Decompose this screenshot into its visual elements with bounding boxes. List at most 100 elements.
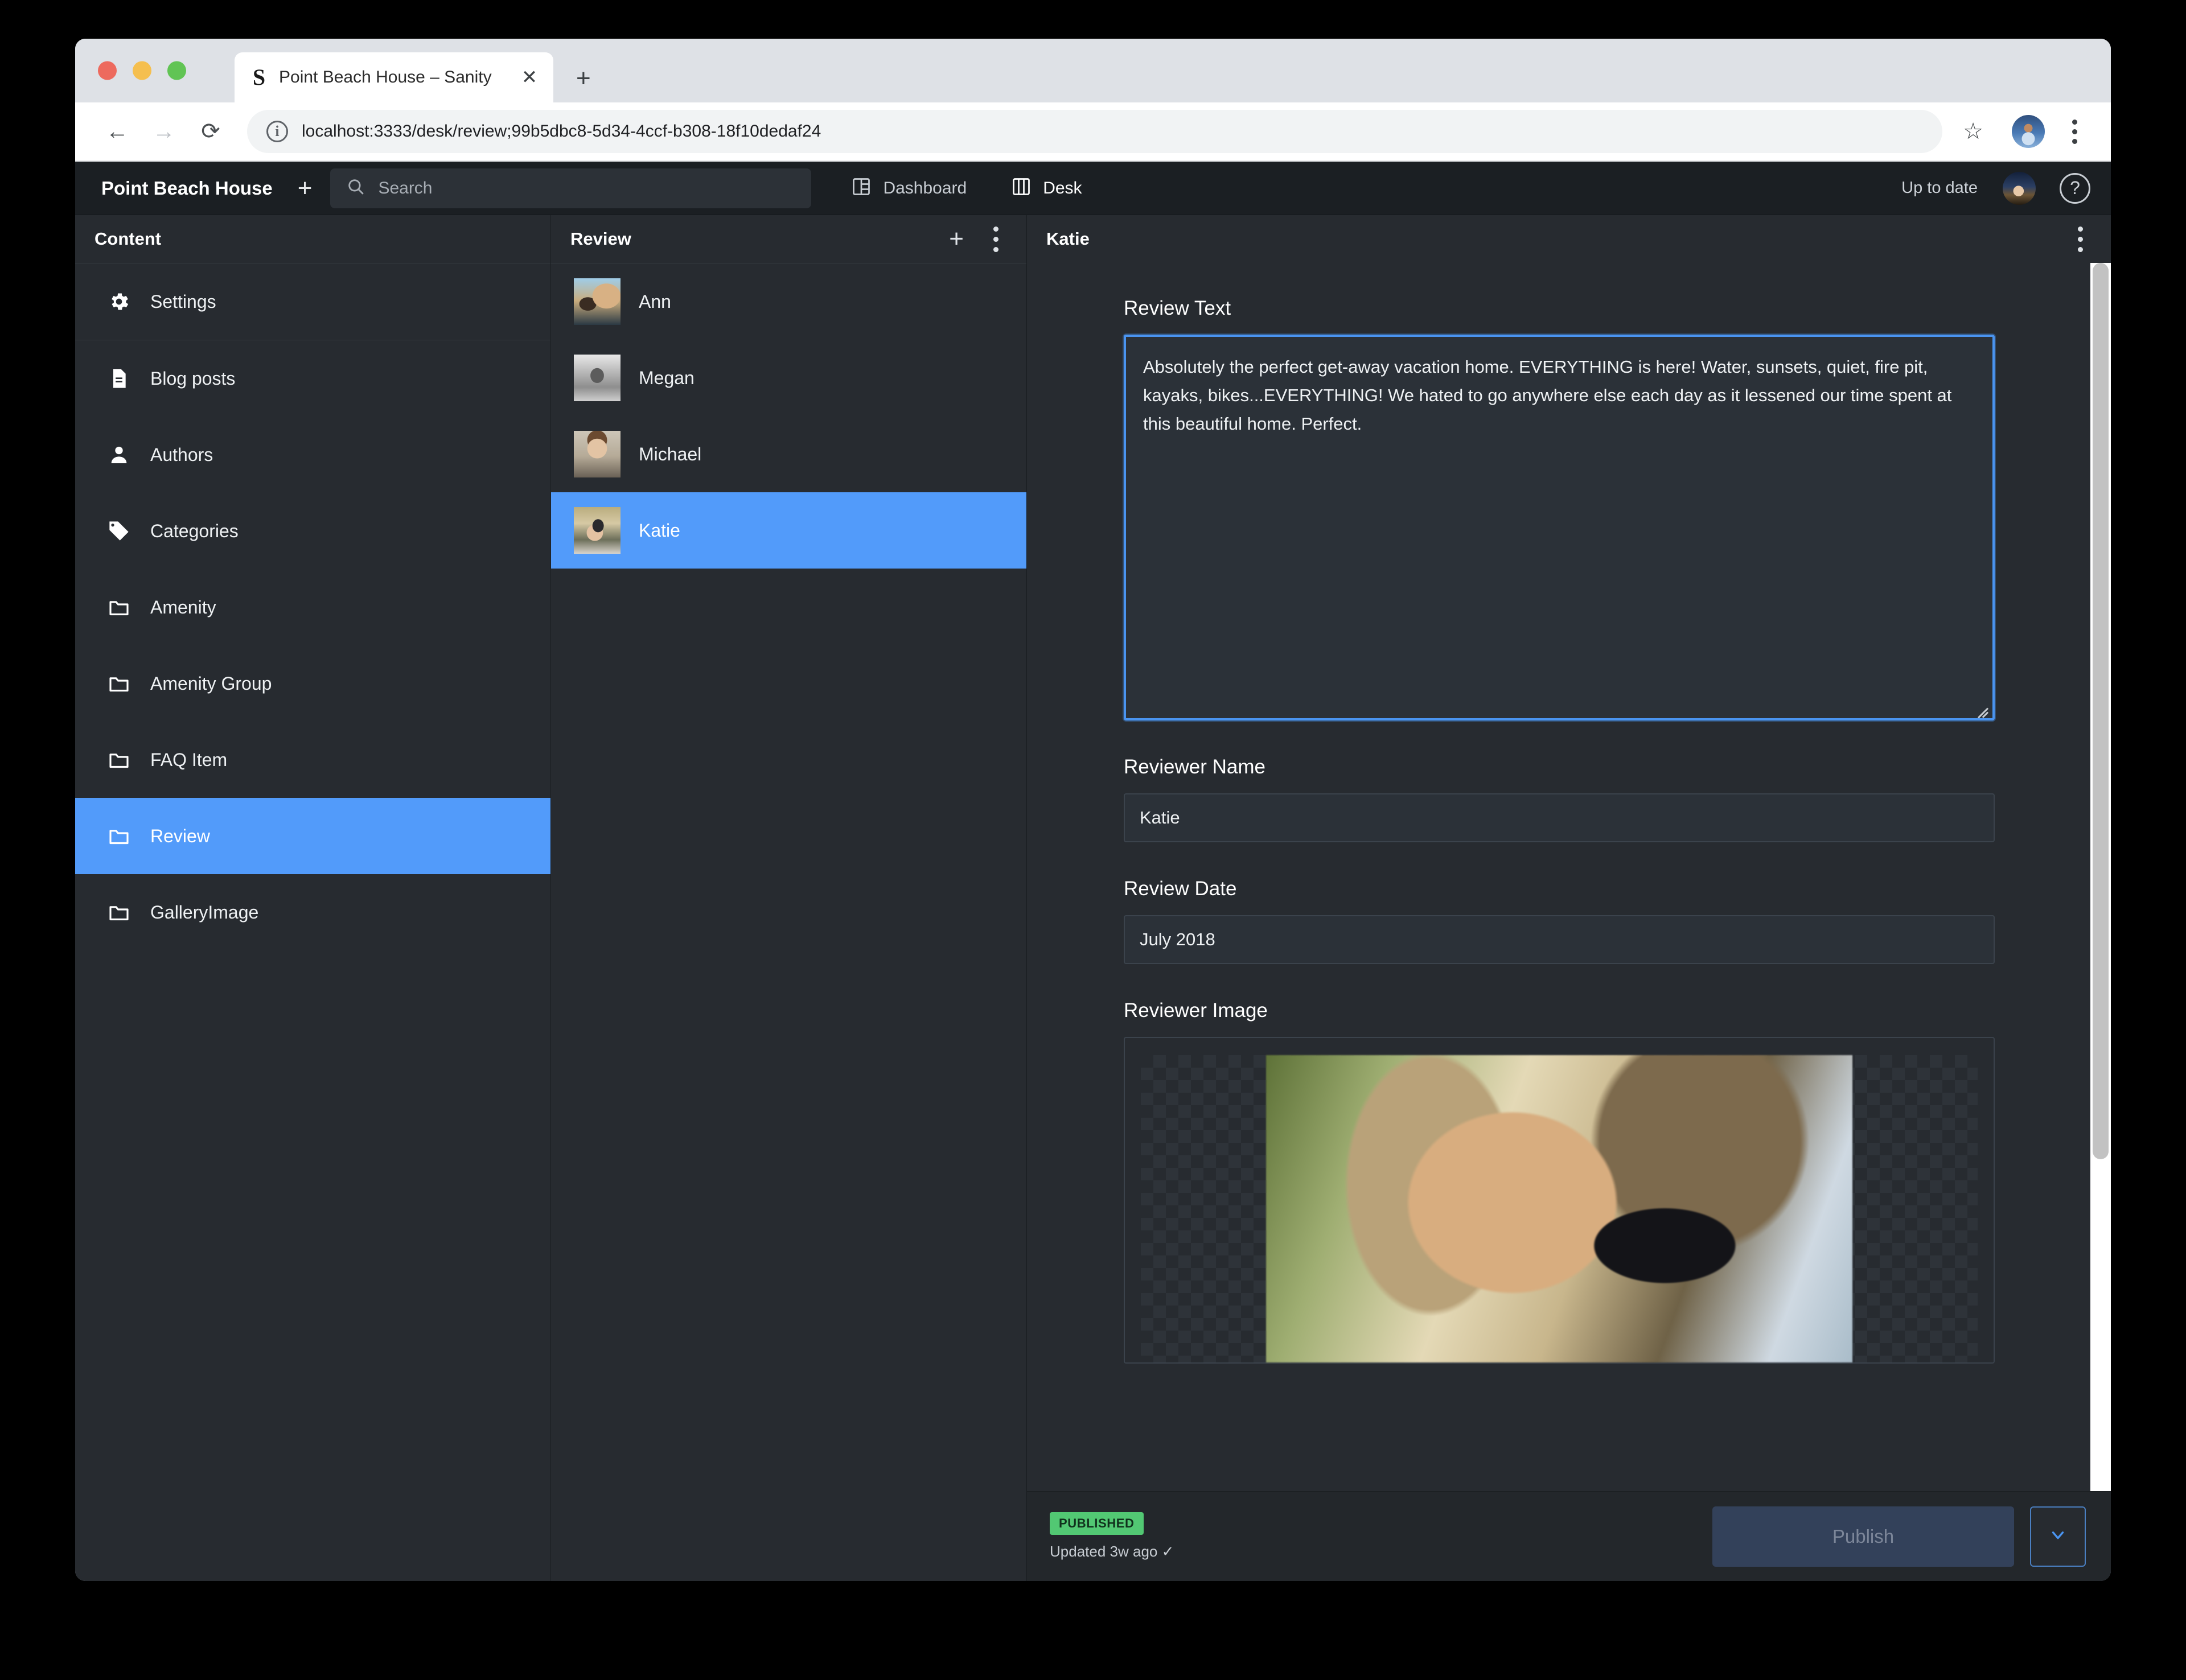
sidebar-item-faq-item[interactable]: FAQ Item bbox=[75, 722, 550, 798]
minimize-window-button[interactable] bbox=[133, 61, 151, 80]
field-review-text: Review Text Absolutely the perfect get-a… bbox=[1124, 297, 1995, 720]
sidebar-item-review[interactable]: Review bbox=[75, 798, 550, 874]
sidebar-item-amenity[interactable]: Amenity bbox=[75, 569, 550, 645]
search-input[interactable]: Search bbox=[330, 168, 812, 208]
sidebar-item-label: Authors bbox=[150, 444, 213, 465]
maximize-window-button[interactable] bbox=[167, 61, 186, 80]
document-menu-icon[interactable] bbox=[2069, 224, 2092, 254]
field-review-date: Review Date July 2018 bbox=[1124, 878, 1995, 964]
document-thumbnail bbox=[574, 278, 621, 325]
content-pane-header: Content bbox=[75, 215, 550, 263]
transparency-checkerboard bbox=[1141, 1055, 1978, 1362]
publish-button[interactable]: Publish bbox=[1712, 1506, 2014, 1567]
review-list-pane: Review + Ann Megan Michael Katie bbox=[551, 215, 1027, 1581]
sidebar-item-label: Amenity bbox=[150, 596, 216, 617]
forward-icon[interactable]: → bbox=[143, 111, 184, 152]
nav-dashboard-label: Dashboard bbox=[883, 178, 967, 197]
list-item-label: Megan bbox=[639, 367, 695, 388]
sidebar-item-label: Review bbox=[150, 825, 210, 846]
scrollbar-thumb[interactable] bbox=[2093, 263, 2109, 1160]
sync-status-label: Up to date bbox=[1901, 179, 1978, 197]
field-label: Reviewer Name bbox=[1124, 756, 1265, 778]
reviewer-name-value: Katie bbox=[1140, 808, 1180, 827]
updated-timestamp: Updated 3w ago ✓ bbox=[1050, 1543, 1174, 1560]
new-tab-button[interactable]: + bbox=[576, 66, 591, 91]
sanity-favicon-icon: S bbox=[252, 64, 266, 90]
document-scrollbar[interactable] bbox=[2090, 263, 2111, 1491]
document-body: Review Text Absolutely the perfect get-a… bbox=[1027, 263, 2111, 1491]
content-pane: Content Settings Blog posts Authors Cate… bbox=[75, 215, 551, 1581]
list-item-label: Ann bbox=[639, 291, 671, 312]
address-bar[interactable]: i localhost:3333/desk/review;99b5dbc8-5d… bbox=[247, 110, 1942, 153]
review-date-value: July 2018 bbox=[1140, 929, 1215, 949]
status-badge: PUBLISHED bbox=[1050, 1512, 1144, 1535]
document-pane: Katie Review Text Absolutely the perfect… bbox=[1027, 215, 2111, 1581]
field-label: Review Text bbox=[1124, 297, 1231, 319]
review-date-input[interactable]: July 2018 bbox=[1124, 915, 1995, 964]
chrome-profile-avatar[interactable] bbox=[2012, 115, 2045, 148]
document-footer: PUBLISHED Updated 3w ago ✓ Publish bbox=[1027, 1491, 2111, 1581]
list-menu-icon[interactable] bbox=[984, 224, 1007, 254]
sidebar-item-settings[interactable]: Settings bbox=[75, 263, 550, 340]
sidebar-item-label: Categories bbox=[150, 520, 239, 541]
sidebar-item-label: Settings bbox=[150, 291, 216, 312]
field-reviewer-image: Reviewer Image bbox=[1124, 999, 1995, 1364]
document-thumbnail bbox=[574, 507, 621, 554]
sidebar-item-blog-posts[interactable]: Blog posts bbox=[75, 340, 550, 417]
document-form: Review Text Absolutely the perfect get-a… bbox=[1027, 263, 2090, 1491]
tab-title: Point Beach House – Sanity bbox=[279, 68, 492, 87]
content-pane-title: Content bbox=[94, 229, 162, 249]
field-reviewer-name: Reviewer Name Katie bbox=[1124, 756, 1995, 842]
publish-options-button[interactable] bbox=[2030, 1506, 2086, 1567]
reviewer-image-preview bbox=[1266, 1055, 1852, 1362]
publish-status: PUBLISHED Updated 3w ago ✓ bbox=[1050, 1512, 1174, 1560]
reviewer-name-input[interactable]: Katie bbox=[1124, 793, 1995, 842]
folder-icon bbox=[106, 823, 132, 849]
sidebar-item-label: GalleryImage bbox=[150, 901, 259, 923]
list-item[interactable]: Ann bbox=[551, 263, 1026, 340]
list-item[interactable]: Megan bbox=[551, 340, 1026, 416]
review-list-title: Review bbox=[570, 229, 631, 249]
studio-panes: Content Settings Blog posts Authors Cate… bbox=[75, 215, 2111, 1581]
search-placeholder: Search bbox=[378, 178, 433, 197]
window-traffic-lights bbox=[98, 61, 186, 80]
create-document-icon[interactable]: + bbox=[949, 227, 964, 252]
nav-dashboard[interactable]: Dashboard bbox=[847, 171, 971, 205]
browser-menu-icon[interactable] bbox=[2060, 111, 2089, 152]
help-icon[interactable]: ? bbox=[2060, 172, 2090, 204]
list-item[interactable]: Michael bbox=[551, 416, 1026, 492]
bookmark-star-icon[interactable]: ☆ bbox=[1953, 111, 1994, 152]
create-new-icon[interactable]: + bbox=[298, 175, 313, 201]
sidebar-item-authors[interactable]: Authors bbox=[75, 417, 550, 493]
document-pane-header: Katie bbox=[1027, 215, 2111, 263]
address-bar-url: localhost:3333/desk/review;99b5dbc8-5d34… bbox=[302, 122, 821, 141]
sidebar-item-categories[interactable]: Categories bbox=[75, 493, 550, 569]
review-text-input[interactable]: Absolutely the perfect get-away vacation… bbox=[1124, 335, 1995, 720]
review-text-value: Absolutely the perfect get-away vacation… bbox=[1143, 357, 1952, 434]
textarea-resize-handle[interactable] bbox=[1972, 698, 1989, 715]
sanity-studio: Point Beach House + Search Dashboard Des… bbox=[75, 162, 2111, 1581]
avatar[interactable] bbox=[2003, 171, 2036, 205]
close-tab-icon[interactable]: ✕ bbox=[519, 68, 540, 87]
nav-desk[interactable]: Desk bbox=[1006, 171, 1086, 205]
folder-icon bbox=[106, 594, 132, 620]
reload-icon[interactable]: ⟳ bbox=[190, 111, 231, 152]
gear-icon bbox=[106, 289, 132, 315]
browser-tab[interactable]: S Point Beach House – Sanity ✕ bbox=[235, 52, 553, 102]
document-icon bbox=[106, 365, 132, 392]
reviewer-image-dropzone[interactable] bbox=[1124, 1037, 1995, 1364]
browser-toolbar: ← → ⟳ i localhost:3333/desk/review;99b5d… bbox=[75, 102, 2111, 162]
browser-window: S Point Beach House – Sanity ✕ + ← → ⟳ i… bbox=[75, 39, 2111, 1581]
review-list-actions: + bbox=[949, 224, 1007, 254]
nav-desk-label: Desk bbox=[1043, 178, 1082, 197]
field-label: Reviewer Image bbox=[1124, 999, 1268, 1022]
back-icon[interactable]: ← bbox=[97, 111, 138, 152]
list-item[interactable]: Katie bbox=[551, 492, 1026, 569]
site-info-icon[interactable]: i bbox=[266, 121, 288, 142]
folder-icon bbox=[106, 670, 132, 697]
close-window-button[interactable] bbox=[98, 61, 117, 80]
sidebar-item-galleryimage[interactable]: GalleryImage bbox=[75, 874, 550, 950]
browser-tabstrip: S Point Beach House – Sanity ✕ + bbox=[75, 39, 2111, 102]
sidebar-item-label: Blog posts bbox=[150, 368, 236, 389]
sidebar-item-amenity-group[interactable]: Amenity Group bbox=[75, 645, 550, 722]
